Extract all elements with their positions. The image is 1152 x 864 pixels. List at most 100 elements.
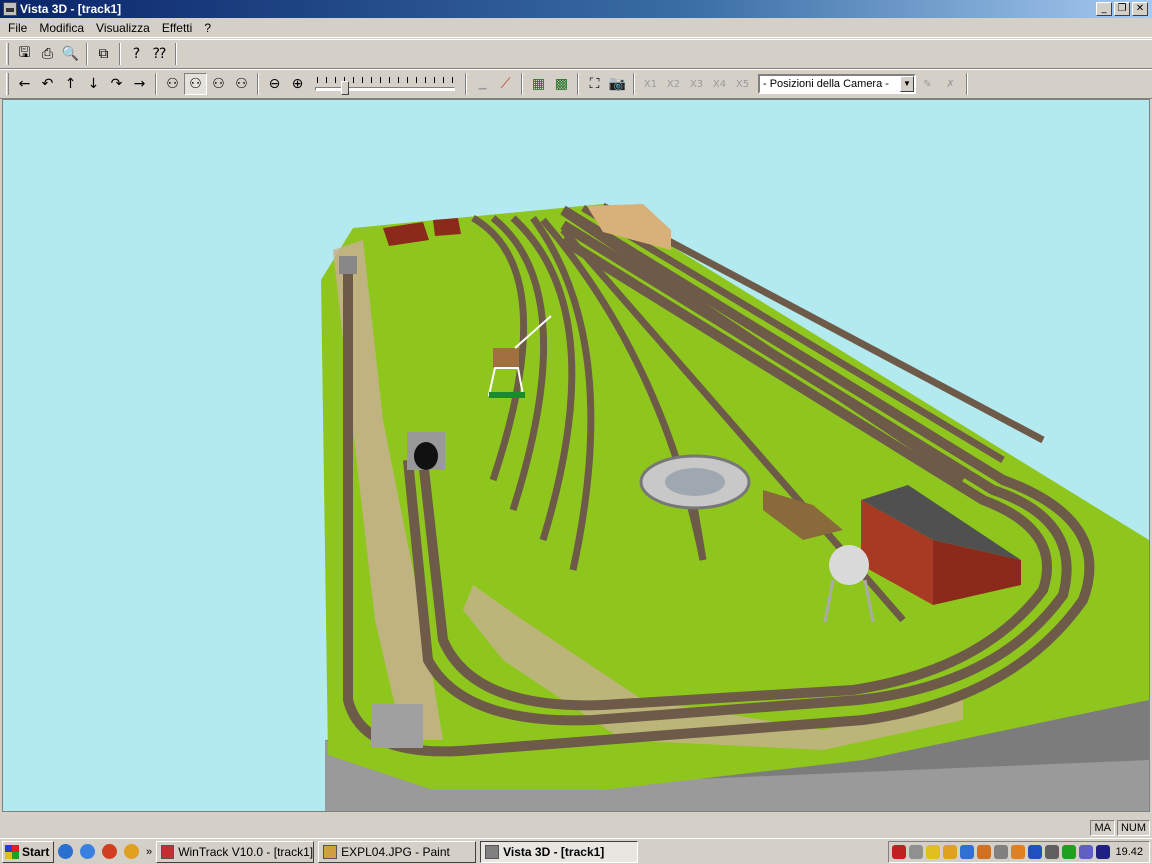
camera-position-select[interactable]: - Posizioni della Camera - ▼ bbox=[758, 74, 916, 94]
tray-app-icon[interactable] bbox=[1079, 845, 1093, 859]
turn-right-button[interactable]: ↷ bbox=[105, 73, 128, 95]
arrow-down-icon: ↓ bbox=[87, 76, 100, 92]
task-label: Vista 3D - [track1] bbox=[503, 844, 605, 859]
fly-view-button[interactable]: ⚇ bbox=[184, 73, 207, 95]
move-left-button[interactable]: ← bbox=[13, 73, 36, 95]
zoom-in-button[interactable]: ⊕ bbox=[286, 73, 309, 95]
quicklaunch-ie[interactable] bbox=[54, 841, 76, 863]
menu-modifica[interactable]: Modifica bbox=[33, 21, 90, 35]
signal-button[interactable]: ⟋ bbox=[494, 73, 517, 95]
windows-logo-icon bbox=[5, 844, 19, 859]
grid-button[interactable]: ▩ bbox=[550, 73, 573, 95]
toolbar-grip[interactable] bbox=[6, 43, 9, 65]
help-button[interactable]: ? bbox=[125, 43, 148, 65]
toolbar-separator bbox=[175, 43, 177, 65]
tray-app-icon[interactable] bbox=[909, 845, 923, 859]
toolbar-separator bbox=[119, 43, 121, 65]
tray-app-icon[interactable] bbox=[892, 845, 906, 859]
quicklaunch-ie2[interactable] bbox=[76, 841, 98, 863]
orbit-view-button[interactable]: ⚇ bbox=[230, 73, 253, 95]
print-preview-button[interactable]: 🔍 bbox=[59, 43, 82, 65]
camera-button[interactable]: 📷 bbox=[606, 73, 629, 95]
task-vista3d[interactable]: Vista 3D - [track1] bbox=[480, 840, 639, 863]
tray-app-icon[interactable] bbox=[1096, 845, 1110, 859]
tray-app-icon[interactable] bbox=[926, 845, 940, 859]
tray-app-icon[interactable] bbox=[1062, 845, 1076, 859]
tray-app-icon[interactable] bbox=[1011, 845, 1025, 859]
clock[interactable]: 19.42 bbox=[1115, 846, 1143, 858]
turn-left-icon: ↶ bbox=[41, 76, 54, 92]
menu-file[interactable]: File bbox=[2, 21, 33, 35]
camera-slot-3-label: X3 bbox=[689, 78, 704, 90]
zoom-slider[interactable] bbox=[315, 73, 455, 95]
zoom-in-icon: ⊕ bbox=[291, 76, 304, 92]
menu-visualizza[interactable]: Visualizza bbox=[90, 21, 156, 35]
camera-add-button[interactable]: ✎ bbox=[916, 73, 939, 95]
crane-cab bbox=[493, 348, 519, 368]
toolbar-separator bbox=[465, 73, 467, 95]
arrow-right-icon: → bbox=[133, 76, 146, 92]
print-preview-icon: 🔍 bbox=[61, 46, 80, 62]
camera-slot-4-button[interactable]: X4 bbox=[708, 73, 731, 95]
zoom-out-icon: ⊖ bbox=[268, 76, 281, 92]
tray-app-icon[interactable] bbox=[977, 845, 991, 859]
task-paint[interactable]: EXPL04.JPG - Paint bbox=[318, 840, 477, 863]
copy-button[interactable]: ⧉ bbox=[92, 43, 115, 65]
tray-app-icon[interactable] bbox=[994, 845, 1008, 859]
tunnel-mouth bbox=[414, 442, 438, 470]
toolbar-separator bbox=[155, 73, 157, 95]
minimize-button[interactable]: _ bbox=[1096, 2, 1112, 16]
camera-slot-5-button[interactable]: X5 bbox=[731, 73, 754, 95]
camera-slot-5-label: X5 bbox=[735, 78, 750, 90]
terrain-icon: ▁ bbox=[478, 78, 487, 90]
toolbar-grip[interactable] bbox=[6, 73, 9, 95]
task-wintrack[interactable]: WinTrack V10.0 - [track1] bbox=[156, 840, 315, 863]
tilt-view-button[interactable]: ⚇ bbox=[207, 73, 230, 95]
tray-app-icon[interactable] bbox=[943, 845, 957, 859]
camera-slot-3-button[interactable]: X3 bbox=[685, 73, 708, 95]
wintrack-icon bbox=[161, 844, 175, 859]
camera-delete-button[interactable]: ✗ bbox=[939, 73, 962, 95]
context-help-button[interactable]: ⁇ bbox=[148, 43, 171, 65]
quicklaunch-more-icon[interactable]: » bbox=[146, 846, 152, 858]
terrain-button[interactable]: ▁ bbox=[471, 73, 494, 95]
fit-view-button[interactable]: ⛶ bbox=[583, 73, 606, 95]
camera-slot-2-button[interactable]: X2 bbox=[662, 73, 685, 95]
zoom-out-button[interactable]: ⊖ bbox=[263, 73, 286, 95]
chevron-down-icon[interactable]: ▼ bbox=[900, 76, 914, 92]
walk-view-button[interactable]: ⚇ bbox=[161, 73, 184, 95]
3d-viewport[interactable] bbox=[2, 99, 1150, 812]
taskbar: Start » WinTrack V10.0 - [track1] EXPL04… bbox=[0, 838, 1152, 864]
task-label: WinTrack V10.0 - [track1] bbox=[178, 844, 314, 859]
fit-view-icon: ⛶ bbox=[589, 76, 600, 92]
close-button[interactable]: ✕ bbox=[1132, 2, 1148, 16]
tray-app-icon[interactable] bbox=[1028, 845, 1042, 859]
arrow-up-icon: ↑ bbox=[64, 76, 77, 92]
slider-ticks bbox=[317, 77, 453, 83]
media-icon bbox=[101, 844, 117, 859]
camera-slot-4-label: X4 bbox=[712, 78, 727, 90]
tray-app-icon[interactable] bbox=[1045, 845, 1059, 859]
menu-help[interactable]: ? bbox=[198, 21, 217, 35]
context-help-icon: ⁇ bbox=[153, 46, 166, 62]
system-tray: 19.42 bbox=[888, 841, 1150, 863]
texture-icon: ▦ bbox=[531, 76, 546, 92]
print-button[interactable]: ⎙ bbox=[36, 43, 59, 65]
quicklaunch-player[interactable] bbox=[120, 841, 142, 863]
title-bar: Vista 3D - [track1] _ ❐ ✕ bbox=[0, 0, 1152, 18]
camera-slot-1-button[interactable]: X1 bbox=[639, 73, 662, 95]
move-back-button[interactable]: ↓ bbox=[82, 73, 105, 95]
save-icon: 🖫 bbox=[18, 45, 31, 61]
slider-thumb[interactable] bbox=[341, 81, 349, 95]
texture-button[interactable]: ▦ bbox=[527, 73, 550, 95]
move-right-button[interactable]: → bbox=[128, 73, 151, 95]
turn-left-button[interactable]: ↶ bbox=[36, 73, 59, 95]
quicklaunch-media[interactable] bbox=[98, 841, 120, 863]
toolbar-separator bbox=[966, 73, 968, 95]
start-button[interactable]: Start bbox=[2, 840, 54, 863]
tray-app-icon[interactable] bbox=[960, 845, 974, 859]
save-button[interactable]: 🖫 bbox=[13, 43, 36, 65]
menu-effetti[interactable]: Effetti bbox=[156, 21, 198, 35]
restore-button[interactable]: ❐ bbox=[1114, 2, 1130, 16]
move-forward-button[interactable]: ↑ bbox=[59, 73, 82, 95]
